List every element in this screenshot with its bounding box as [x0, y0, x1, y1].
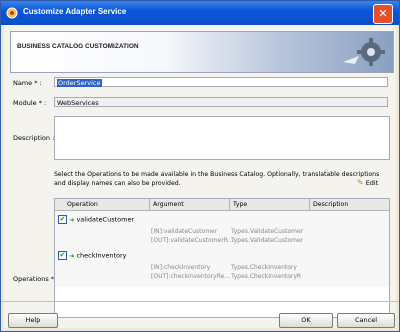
customize-adapter-dialog: Customize Adapter Service ✕ BUSINESS CAT…: [0, 0, 400, 332]
edit-button[interactable]: ✎ Edit: [357, 178, 378, 187]
header-type[interactable]: Type: [233, 201, 247, 208]
type-in: Types.CheckInventory: [231, 264, 297, 271]
app-icon: [6, 7, 18, 19]
module-label: Module * :: [13, 99, 47, 107]
gear-icon: [343, 38, 385, 66]
column-separator: [309, 199, 310, 210]
argument-in: [IN]:checkInventory: [151, 264, 211, 271]
banner-title: BUSINESS CATALOG CUSTOMIZATION: [17, 43, 139, 50]
footer-divider: [1, 301, 399, 302]
argument-out: [OUT]:validateCustomerR...: [151, 237, 234, 244]
operation-checkbox[interactable]: ✔: [58, 251, 67, 260]
pencil-icon: ✎: [357, 178, 364, 187]
name-value: OrderService: [57, 79, 102, 87]
module-field: WebServices: [54, 97, 388, 107]
description-label: Description :: [13, 134, 55, 142]
help-button[interactable]: Help: [8, 313, 58, 328]
column-separator: [149, 199, 150, 210]
edit-label: Edit: [365, 179, 379, 187]
operation-checkbox[interactable]: ✔: [58, 215, 67, 224]
green-arrow-icon: ➜: [69, 215, 75, 224]
ok-button[interactable]: OK: [279, 313, 333, 328]
close-icon[interactable]: ✕: [373, 4, 393, 24]
cancel-button[interactable]: Cancel: [337, 313, 395, 328]
table-row[interactable]: ✔ ➜ validateCustomer: [58, 215, 134, 224]
operation-name: validateCustomer: [76, 215, 135, 224]
header-description[interactable]: Description: [313, 201, 348, 208]
type-out: Types.CheckInventoryR: [231, 273, 302, 280]
table-header: Operation Argument Type Description: [55, 199, 389, 211]
column-separator: [229, 199, 230, 210]
title-bar[interactable]: Customize Adapter Service ✕: [1, 1, 399, 25]
table-row[interactable]: ✔ ➜ checkInventory: [58, 251, 127, 260]
operations-table: Operation Argument Type Description ✔ ➜ va…: [54, 198, 390, 318]
window-title: Customize Adapter Service: [23, 7, 127, 16]
name-field[interactable]: OrderService: [54, 77, 388, 87]
header-argument[interactable]: Argument: [153, 201, 184, 208]
argument-in: [IN]:validateCustomer: [151, 228, 218, 235]
type-out: Types.ValidateCustomer: [231, 237, 304, 244]
green-arrow-icon: ➜: [69, 251, 75, 260]
instructions-text: Select the Operations to be made availab…: [54, 171, 380, 187]
name-label: Name * :: [13, 79, 42, 87]
dialog-content: BUSINESS CATALOG CUSTOMIZATION Name * : …: [4, 25, 396, 328]
description-field[interactable]: [54, 116, 390, 160]
table-body: ✔ ➜ validateCustomer [IN]:validateCustomer…: [55, 211, 389, 287]
header-banner: BUSINESS CATALOG CUSTOMIZATION: [10, 31, 394, 73]
operations-label: Operations * :: [13, 275, 59, 283]
header-operation[interactable]: Operation: [67, 201, 98, 208]
operation-name: checkInventory: [76, 251, 127, 260]
type-in: Types.ValidateCustomer: [231, 228, 304, 235]
argument-out: [OUT]:checkInventoryRe...: [151, 273, 231, 280]
